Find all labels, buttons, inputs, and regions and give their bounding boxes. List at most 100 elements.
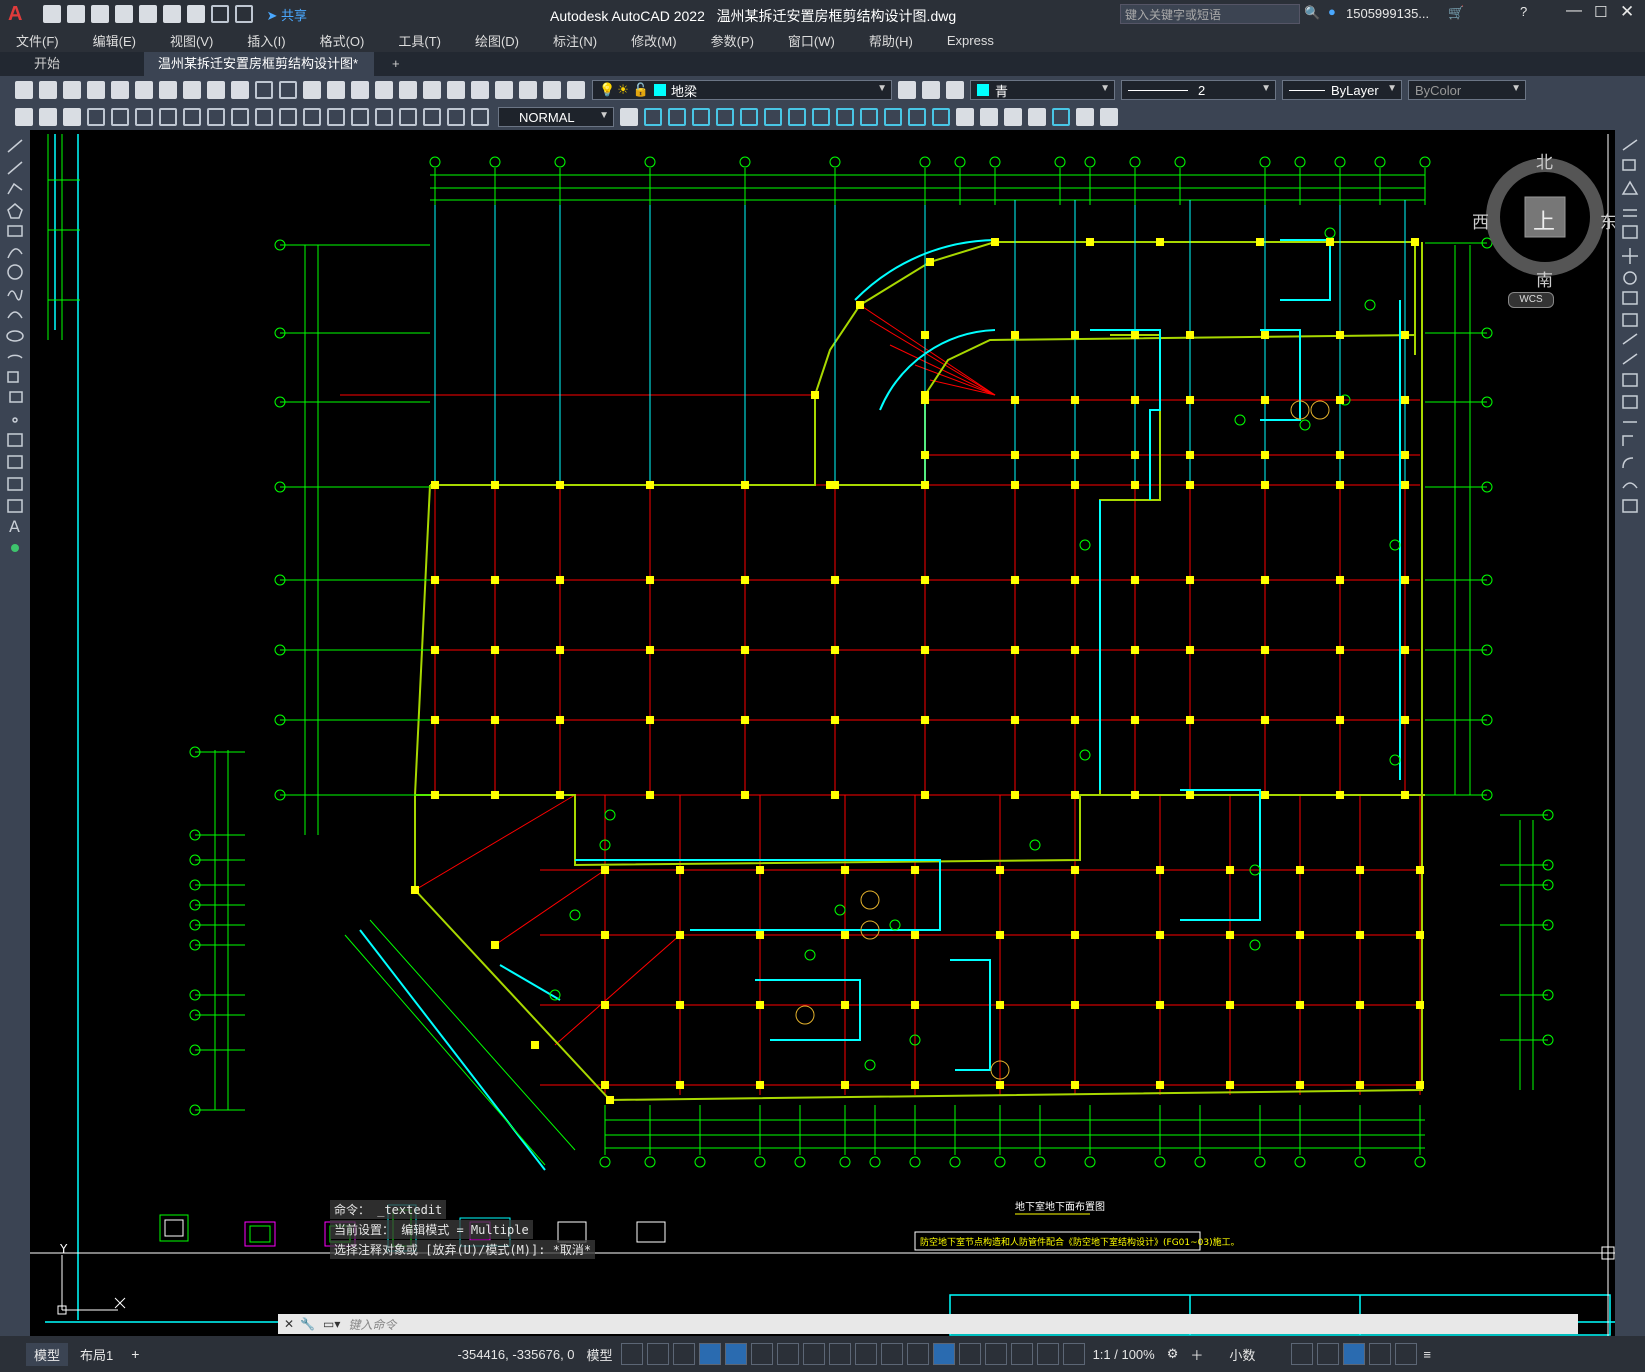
layer-dropdown[interactable]: 💡 ☀ 🔓 地梁 ▼ (592, 80, 892, 100)
isodraft-icon[interactable] (776, 1343, 799, 1365)
paste-icon[interactable] (207, 81, 225, 99)
chamfer-icon[interactable] (1622, 435, 1633, 446)
zoom-previous-icon[interactable] (375, 81, 393, 99)
dim-linear-icon[interactable] (39, 108, 57, 126)
workspace-gear-icon[interactable]: ⚙ (1167, 1346, 1179, 1362)
dim-angular-icon[interactable] (183, 108, 201, 126)
solid-cone-icon[interactable] (1004, 108, 1022, 126)
undo-icon[interactable] (211, 5, 230, 23)
zoom-realtime-icon[interactable] (327, 81, 345, 99)
layout-tab-layout1[interactable]: 布局1 (80, 1345, 113, 1364)
cut-icon[interactable] (159, 81, 177, 99)
ucs-previous-icon[interactable] (692, 108, 710, 126)
tab-start[interactable]: 开始 (20, 52, 74, 76)
polygon-icon[interactable] (7, 203, 23, 219)
menu-insert[interactable]: 插入(I) (247, 31, 285, 50)
ellipse-arc-icon[interactable] (7, 354, 23, 359)
new-file-icon[interactable] (43, 5, 62, 23)
user-name[interactable]: 1505999135... (1346, 6, 1429, 21)
make-block-icon[interactable] (9, 391, 23, 403)
command-input[interactable]: 键入命令 (348, 1316, 396, 1333)
menu-file[interactable]: 文件(F) (16, 31, 59, 50)
menu-parametric[interactable]: 参数(P) (711, 31, 754, 50)
multiline-text-icon[interactable]: A (9, 517, 20, 536)
viewcube-west[interactable]: 西 (1472, 208, 1489, 233)
snap-icon[interactable] (646, 1343, 669, 1365)
sheet-set-icon[interactable] (471, 81, 489, 99)
named-ucs-icon[interactable] (1052, 108, 1070, 126)
dim-baseline-icon[interactable] (231, 108, 249, 126)
open-file-icon[interactable] (67, 5, 86, 23)
save-icon[interactable] (91, 5, 110, 23)
ellipse-icon[interactable] (6, 330, 24, 342)
dim-style-icon[interactable] (620, 108, 638, 126)
copy-object-icon[interactable] (1622, 159, 1636, 171)
extrude-icon[interactable] (1076, 108, 1094, 126)
zoom-window-icon[interactable] (351, 81, 369, 99)
tolerance-icon[interactable] (327, 108, 345, 126)
spline-icon[interactable] (7, 311, 23, 319)
ortho-icon[interactable] (724, 1343, 747, 1365)
minimize-button[interactable]: — (1566, 2, 1582, 20)
drawing-canvas[interactable]: 地下室地下面布置图 防空地下室节点构造和人防管件配合《防空地下室结构设计》(FG… (30, 130, 1615, 1336)
redo-icon[interactable] (235, 5, 254, 23)
help-icon[interactable]: ? (1520, 4, 1527, 19)
quick-properties-icon[interactable] (1291, 1343, 1314, 1365)
color-dropdown[interactable]: 青 ▼ (970, 80, 1115, 100)
polar-icon[interactable] (750, 1343, 773, 1365)
dim-text-edit-icon[interactable] (447, 108, 465, 126)
menu-view[interactable]: 视图(V) (170, 31, 213, 50)
close-button[interactable]: ✕ (1620, 2, 1634, 22)
region-icon[interactable] (7, 477, 23, 491)
dim-diameter-icon[interactable] (159, 108, 177, 126)
layout-tab-model[interactable]: 模型 (26, 1342, 69, 1366)
hatch-icon[interactable] (7, 433, 23, 447)
make-current-layer-icon[interactable] (898, 81, 916, 99)
customize-command-icon[interactable]: 🔧 (300, 1317, 315, 1331)
isolate-objects-icon[interactable] (1343, 1343, 1366, 1365)
stretch-icon[interactable] (1622, 313, 1638, 327)
ucs-z-icon[interactable] (908, 108, 926, 126)
auto-scale-icon[interactable] (1062, 1343, 1085, 1365)
revolve-icon[interactable] (1100, 108, 1118, 126)
lock-ui-icon[interactable] (1317, 1343, 1340, 1365)
dim-update-icon[interactable] (471, 108, 489, 126)
solid-wedge-icon[interactable] (980, 108, 998, 126)
table-icon[interactable] (7, 499, 23, 513)
center-mark-icon[interactable] (351, 108, 369, 126)
ucs-x-icon[interactable] (860, 108, 878, 126)
plotstyle-dropdown[interactable]: ByColor ▼ (1408, 80, 1526, 100)
fillet-icon[interactable] (1622, 457, 1634, 469)
line-tool-icon[interactable] (7, 139, 23, 153)
circle-icon[interactable] (7, 264, 23, 280)
dim-radius-icon[interactable] (111, 108, 129, 126)
polyline-icon[interactable] (7, 182, 23, 195)
viewcube[interactable]: 北 南 西 东 上 WCS (1470, 142, 1615, 312)
menu-edit[interactable]: 编辑(E) (93, 31, 136, 50)
menu-tools[interactable]: 工具(T) (398, 31, 441, 50)
gizmo-icon[interactable] (1010, 1343, 1033, 1365)
pan-icon[interactable] (303, 81, 321, 99)
dynamic-input-icon[interactable] (698, 1343, 721, 1365)
lineweight-dropdown[interactable]: ByLayer ▼ (1282, 80, 1402, 100)
osnap-tracking-icon[interactable] (802, 1343, 825, 1365)
viewcube-north[interactable]: 北 (1536, 148, 1553, 173)
ucs-view-icon[interactable] (764, 108, 782, 126)
offset-icon[interactable] (1623, 209, 1637, 217)
tab-drawing[interactable]: 温州某拆迁安置房框剪结构设计图* ✕ (144, 52, 374, 95)
open-web-icon[interactable] (139, 5, 158, 23)
menu-window[interactable]: 窗口(W) (788, 31, 835, 50)
array-icon[interactable] (1622, 225, 1638, 239)
dim-ordinate-icon[interactable] (87, 108, 105, 126)
gradient-icon[interactable] (7, 455, 23, 469)
cart-icon[interactable]: 🛒 (1448, 5, 1464, 21)
menu-draw[interactable]: 绘图(D) (475, 31, 519, 50)
properties-icon[interactable] (399, 81, 417, 99)
menu-modify[interactable]: 修改(M) (631, 31, 677, 50)
wcs-menu[interactable]: WCS (1508, 292, 1554, 308)
dim-jogged-icon[interactable] (135, 108, 153, 126)
new-tab-button[interactable]: + (378, 52, 414, 76)
viewcube-south[interactable]: 南 (1536, 266, 1553, 291)
autocad-logo[interactable]: A (8, 3, 22, 26)
move-icon[interactable] (1622, 248, 1638, 264)
